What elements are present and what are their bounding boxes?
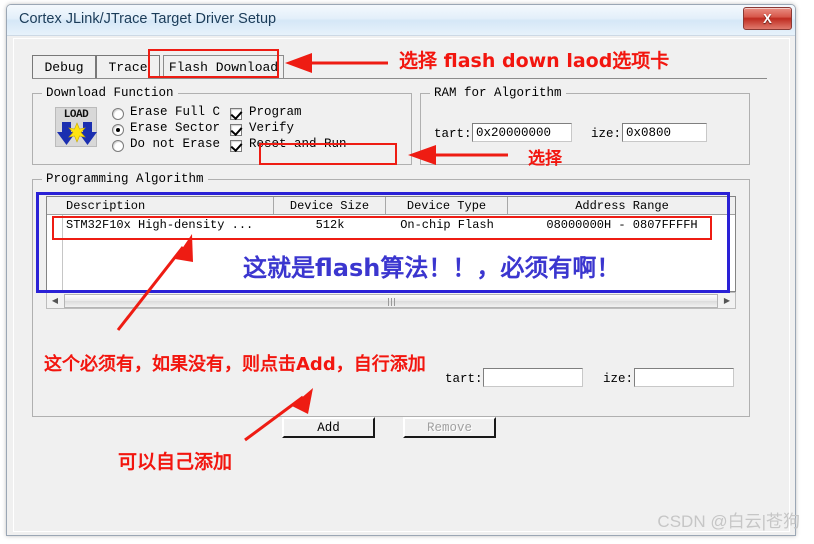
checkbox-reset-and-run-label: Reset and Run [249, 137, 347, 151]
window-title: Cortex JLink/JTrace Target Driver Setup [19, 11, 277, 27]
checkbox-verify-label: Verify [249, 121, 295, 135]
tab-debug-label: Debug [44, 59, 84, 75]
csdn-watermark: CSDN @白云|苍狗 [657, 512, 800, 531]
annotation-must-have-note: 这个必须有，如果没有，则点击Add，自行添加 [44, 354, 426, 375]
load-icon: LOAD [55, 107, 97, 147]
scrollbar-thumb[interactable] [64, 293, 718, 308]
column-header-device-type[interactable]: Device Type [386, 197, 508, 214]
annotation-add-note: 可以自己添加 [118, 451, 233, 473]
radio-erase-sectors[interactable] [112, 124, 124, 136]
scroll-right-arrow-icon[interactable]: ▶ [719, 293, 735, 308]
add-button-label: Add [317, 420, 340, 435]
cell-description: STM32F10x High-density ... [66, 218, 254, 232]
horizontal-scrollbar[interactable]: ◀ ▶ [46, 292, 736, 309]
algorithm-start-input[interactable] [483, 368, 583, 387]
algorithm-start-label: tart: [445, 372, 483, 386]
column-header-address-range[interactable]: Address Range [508, 197, 736, 214]
radio-erase-full-chip-label: Erase Full C [130, 105, 221, 119]
checkbox-program[interactable] [230, 108, 242, 120]
scrollbar-grip-icon [387, 297, 395, 306]
radio-erase-sectors-label: Erase Sector [130, 121, 221, 135]
programming-algorithm-group: Programming Algorithm Description Device… [32, 172, 750, 417]
table-header-row: Description Device Size Device Type Addr… [47, 197, 735, 215]
tab-underline [32, 78, 767, 79]
column-header-description[interactable]: Description [62, 197, 274, 214]
cell-address-range: 08000000H - 0807FFFFH [546, 218, 698, 232]
algorithm-size-input[interactable] [634, 368, 734, 387]
annotation-table-note: 这就是flash算法！！，必须有啊！ [243, 254, 621, 282]
checkbox-program-label: Program [249, 105, 302, 119]
title-bar: Cortex JLink/JTrace Target Driver Setup … [7, 5, 795, 36]
close-button[interactable]: X [743, 7, 792, 30]
tab-trace-label: Trace [108, 59, 148, 75]
ram-for-algorithm-group: RAM for Algorithm tart: 0x20000000 ize: … [420, 86, 750, 165]
radio-do-not-erase[interactable] [112, 140, 124, 152]
checkbox-verify[interactable] [230, 124, 242, 136]
load-icon-label: LOAD [63, 109, 89, 121]
annotation-reset-note: 选择 [528, 149, 562, 169]
ram-for-algorithm-legend: RAM for Algorithm [430, 86, 566, 100]
annotation-tab-note: 选择 flash down laod选项卡 [399, 50, 670, 72]
ram-start-label: tart: [434, 127, 472, 141]
radio-do-not-erase-label: Do not Erase [130, 137, 221, 151]
screenshot-root: Cortex JLink/JTrace Target Driver Setup … [0, 0, 814, 544]
column-header-device-size[interactable]: Device Size [274, 197, 386, 214]
add-button[interactable]: Add [282, 417, 375, 438]
scroll-left-arrow-icon[interactable]: ◀ [47, 293, 63, 308]
remove-button-label: Remove [426, 420, 472, 435]
checkbox-reset-and-run[interactable] [230, 140, 242, 152]
algorithm-size-label: ize: [603, 372, 634, 386]
cell-device-size: 512k [315, 218, 345, 232]
radio-erase-full-chip[interactable] [112, 108, 124, 120]
close-icon: X [763, 11, 772, 26]
ram-size-label: ize: [591, 127, 622, 141]
ram-size-input[interactable]: 0x0800 [622, 123, 707, 142]
remove-button: Remove [403, 417, 496, 438]
tab-trace[interactable]: Trace [96, 55, 160, 78]
ram-start-input[interactable]: 0x20000000 [472, 123, 572, 142]
tab-debug[interactable]: Debug [32, 55, 96, 78]
tab-flash-download-label: Flash Download [168, 59, 279, 75]
programming-algorithm-legend: Programming Algorithm [42, 172, 208, 186]
load-arrows-icon [57, 122, 97, 145]
tab-flash-download[interactable]: Flash Download [163, 55, 284, 78]
download-function-legend: Download Function [42, 86, 178, 100]
cell-device-type: On-chip Flash [400, 218, 494, 232]
download-function-group: Download Function LOAD Erase Full C Eras… [32, 86, 412, 165]
